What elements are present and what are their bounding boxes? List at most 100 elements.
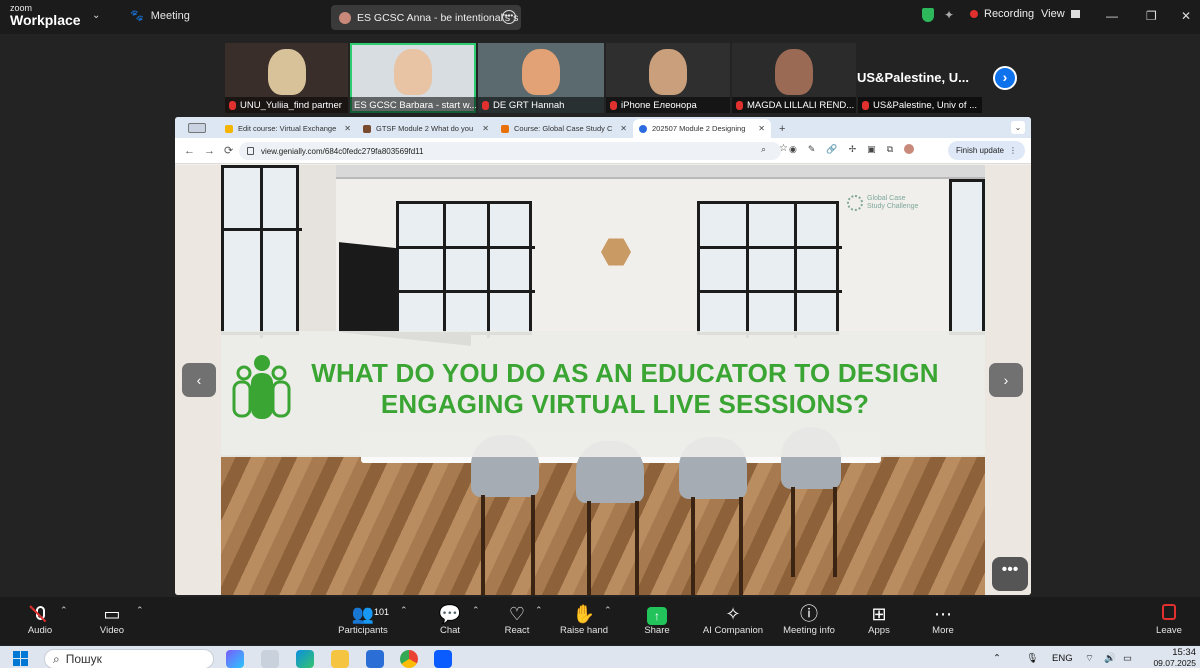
apps-button[interactable]: ⊞ Apps: [862, 603, 896, 636]
store-app-icon[interactable]: [366, 650, 384, 668]
chair-leg: [481, 495, 485, 595]
tab-close-icon[interactable]: ✕: [482, 124, 489, 133]
chat-options-chevron-icon[interactable]: ⌃: [472, 605, 480, 616]
leave-label: Leave: [1156, 625, 1182, 636]
slide-window: [949, 179, 985, 335]
tab-search-chevron-icon[interactable]: ⌄: [1011, 121, 1025, 134]
apps-label: Apps: [868, 625, 890, 636]
app-menu-chevron-icon[interactable]: ⌄: [92, 10, 100, 21]
volume-icon[interactable]: 🔊: [1104, 653, 1116, 664]
prev-slide-button[interactable]: ‹: [182, 363, 216, 397]
sharer-avatar: [339, 11, 351, 24]
chrome-browser-icon[interactable]: [400, 650, 418, 668]
bookmark-star-icon[interactable]: ☆: [779, 143, 788, 154]
close-icon[interactable]: ✕: [1181, 9, 1191, 23]
video-options-chevron-icon[interactable]: ⌃: [136, 605, 144, 616]
participant-name: DE GRT Hannah: [478, 97, 604, 113]
reload-icon[interactable]: ⟳: [224, 144, 233, 157]
battery-icon[interactable]: ▭: [1123, 653, 1132, 664]
browser-tab[interactable]: Course: Global Case Study C ✕: [495, 119, 633, 138]
chat-button[interactable]: 💬 Chat: [434, 603, 466, 636]
extension-icon[interactable]: ▣: [867, 144, 876, 155]
tab-group-icon[interactable]: [175, 117, 219, 138]
search-icon: ⌕: [53, 651, 60, 666]
security-shield-icon[interactable]: [922, 8, 934, 22]
browser-tab[interactable]: Edit course: Virtual Exchange ✕: [219, 119, 357, 138]
participants-icon: 👥 101: [333, 603, 393, 625]
react-options-chevron-icon[interactable]: ⌃: [535, 605, 543, 616]
wifi-icon[interactable]: ⌔: [1085, 653, 1094, 664]
participant-name: US&Palestine, Univ of ...: [858, 97, 982, 113]
recording-indicator[interactable]: Recording: [970, 8, 1034, 20]
participant-tile[interactable]: UNU_Yuliia_find partner: [225, 43, 348, 113]
tab-close-icon[interactable]: ✕: [344, 124, 351, 133]
chair-leg: [587, 501, 591, 595]
more-dots-icon: ⋯: [934, 604, 952, 624]
sparkle-icon[interactable]: ✦: [944, 8, 954, 22]
meeting-toolbar: Audio ⌃ ▭ Video ⌃ 👥 101 Participants ⌃ 💬 …: [0, 597, 1200, 645]
edge-browser-icon[interactable]: [296, 650, 314, 668]
share-button[interactable]: ↑ Share: [640, 603, 674, 636]
more-options-icon[interactable]: •••: [502, 10, 516, 24]
zoom-icon[interactable]: ⌕: [761, 144, 766, 155]
epanel-app-icon[interactable]: [261, 650, 279, 668]
extension-icon[interactable]: ✢: [849, 144, 857, 155]
meeting-info-button[interactable]: ⓘ Meeting info: [778, 603, 840, 636]
copilot-app-icon[interactable]: [226, 650, 244, 668]
participants-button[interactable]: 👥 101 Participants: [333, 603, 393, 636]
clock[interactable]: 15:34 09.07.2025: [1152, 647, 1196, 668]
screen-share-tab[interactable]: ES GCSC Anna - be intentional's s •••: [331, 5, 521, 30]
view-button[interactable]: View: [1041, 8, 1080, 20]
participants-options-chevron-icon[interactable]: ⌃: [400, 605, 408, 616]
zoom-window: { "app": {"logo_line1": "zoom", "logo_li…: [0, 0, 1200, 668]
ai-companion-button[interactable]: ✧ AI Companion: [700, 603, 766, 636]
back-icon[interactable]: ←: [184, 145, 195, 157]
profile-avatar[interactable]: [904, 144, 915, 154]
extensions-puzzle-icon[interactable]: ⧉: [887, 144, 893, 155]
browser-tab-active[interactable]: 202507 Module 2 Designing ✕: [633, 119, 771, 138]
zoom-app-icon[interactable]: [434, 650, 452, 668]
taskbar-search[interactable]: ⌕ Пошук: [44, 649, 214, 668]
audio-button[interactable]: Audio: [24, 603, 56, 636]
participant-tile[interactable]: MAGDA LILLALI REND...: [732, 43, 856, 113]
slide-title-band: WHAT DO YOU DO AS AN EDUCATOR TO DESIGN …: [221, 331, 985, 457]
meeting-menu[interactable]: 🐾 Meeting: [130, 9, 190, 23]
raise-hand-options-chevron-icon[interactable]: ⌃: [604, 605, 612, 616]
more-options-button[interactable]: •••: [992, 557, 1028, 591]
forward-icon[interactable]: →: [204, 145, 215, 157]
language-indicator[interactable]: ENG: [1052, 653, 1073, 664]
tab-close-icon[interactable]: ✕: [758, 124, 765, 133]
participant-tile-active-speaker[interactable]: ES GCSC Barbara - start w...: [350, 43, 476, 113]
participant-video: [267, 49, 306, 95]
finish-update-button[interactable]: Finish update ⋮: [947, 141, 1025, 160]
windows-start-icon[interactable]: [13, 651, 28, 666]
microphone-tray-icon[interactable]: 🎙: [1026, 653, 1038, 664]
restore-icon[interactable]: ❐: [1146, 9, 1157, 23]
react-button[interactable]: ♡ React: [500, 603, 534, 636]
url-input[interactable]: view.genially.com/684c0fedc279fa803569fd…: [239, 142, 781, 160]
extension-icon[interactable]: ◉: [789, 144, 797, 155]
browser-tab[interactable]: GTSF Module 2 What do you ✕: [357, 119, 495, 138]
next-slide-button[interactable]: ›: [989, 363, 1023, 397]
muted-mic-icon: [610, 100, 617, 110]
new-tab-icon[interactable]: +: [771, 123, 793, 138]
audio-label: Audio: [27, 625, 53, 636]
participant-name: ES GCSC Barbara - start w...: [350, 97, 476, 113]
minimize-icon[interactable]: —: [1106, 9, 1118, 23]
file-explorer-icon[interactable]: [331, 650, 349, 668]
link-icon[interactable]: 🔗: [826, 144, 837, 155]
zoom-logo: zoom Workplace: [10, 4, 81, 28]
audio-options-chevron-icon[interactable]: ⌃: [60, 605, 68, 616]
apps-grid-icon: ⊞: [871, 604, 887, 624]
tab-close-icon[interactable]: ✕: [620, 124, 627, 133]
next-page-chevron-icon[interactable]: ›: [993, 66, 1017, 90]
leave-button[interactable]: Leave: [1152, 603, 1186, 636]
participant-tile[interactable]: iPhone Елеонора: [606, 43, 730, 113]
participant-tile[interactable]: DE GRT Hannah: [478, 43, 604, 113]
extension-icon[interactable]: ✎: [808, 144, 816, 155]
video-button[interactable]: ▭ Video: [96, 603, 128, 636]
muted-mic-icon: [862, 100, 869, 110]
featured-participant-name: US&Palestine, U...: [857, 70, 969, 85]
more-button[interactable]: ⋯ More: [926, 603, 960, 636]
tray-chevron-icon[interactable]: ⌃: [993, 653, 1001, 664]
